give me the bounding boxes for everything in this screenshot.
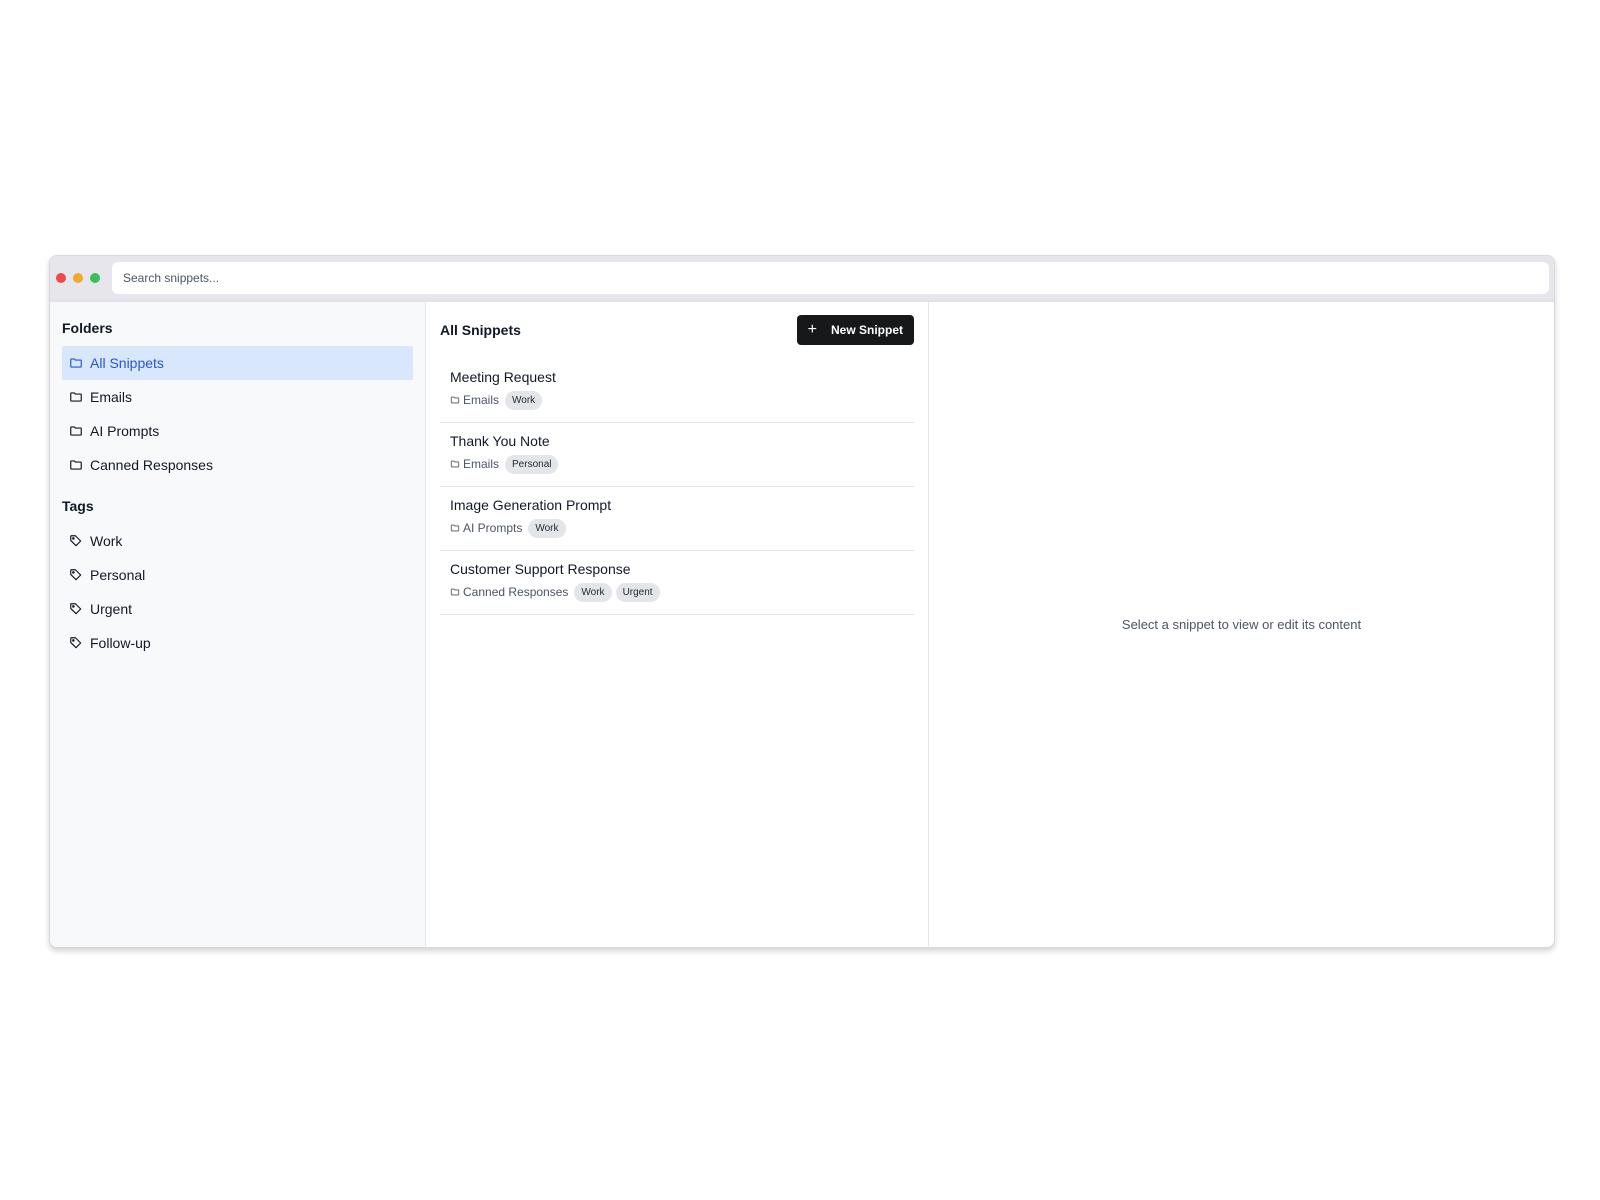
folder-icon [450, 524, 460, 532]
snippet-meta: Canned Responses Work Urgent [450, 582, 904, 602]
snippet-meta: Emails Personal [450, 454, 904, 474]
folder-icon [70, 460, 82, 470]
tags-heading: Tags [62, 498, 94, 514]
sidebar-item-ai-prompts[interactable]: AI Prompts [62, 414, 413, 448]
sidebar-item-label: Personal [90, 567, 146, 583]
folder-icon [450, 588, 460, 596]
minimize-window-button[interactable] [73, 272, 83, 283]
snippet-meta: AI Prompts Work [450, 518, 904, 538]
sidebar-tag-urgent[interactable]: Urgent [62, 592, 413, 626]
list-item[interactable]: Thank You Note Emails Personal [440, 423, 914, 487]
main-body: Folders All Snippets Emails AI Prompts C… [50, 299, 1554, 947]
folder-icon [70, 426, 82, 436]
snippet-title: Customer Support Response [450, 561, 631, 577]
tag-icon [70, 603, 82, 615]
tag-badge: Work [574, 582, 612, 602]
sidebar-tag-follow-up[interactable]: Follow-up [62, 626, 413, 660]
tag-badge: Urgent [615, 582, 660, 602]
folder-icon [450, 460, 460, 468]
sidebar-item-label: Urgent [90, 601, 133, 617]
tag-icon [70, 637, 82, 649]
tag-badge: Work [528, 518, 566, 538]
empty-state-message: Select a snippet to view or edit its con… [1121, 617, 1362, 632]
sidebar-item-label: Follow-up [90, 635, 151, 651]
new-snippet-button[interactable]: + New Snippet [796, 315, 914, 345]
snippet-folder: Canned Responses [463, 585, 569, 599]
sidebar-tag-personal[interactable]: Personal [62, 558, 413, 592]
folder-icon [70, 358, 82, 368]
snippet-folder: AI Prompts [463, 521, 523, 535]
sidebar-item-label: Canned Responses [90, 457, 213, 473]
search-bar [112, 261, 1549, 294]
list-item[interactable]: Meeting Request Emails Work [440, 359, 914, 423]
list-header: All Snippets + New Snippet [440, 314, 914, 346]
detail-panel: Select a snippet to view or edit its con… [929, 302, 1554, 947]
list-item[interactable]: Image Generation Prompt AI Prompts Work [440, 487, 914, 551]
folder-icon [70, 392, 82, 402]
snippet-title: Thank You Note [450, 433, 550, 449]
sidebar: Folders All Snippets Emails AI Prompts C… [50, 302, 426, 947]
sidebar-tag-work[interactable]: Work [62, 524, 413, 558]
close-window-button[interactable] [56, 272, 66, 283]
tag-icon [70, 535, 82, 547]
folder-icon [450, 396, 460, 404]
sidebar-item-all-snippets[interactable]: All Snippets [62, 346, 413, 380]
sidebar-item-label: AI Prompts [90, 423, 160, 439]
app-window: Folders All Snippets Emails AI Prompts C… [49, 255, 1555, 948]
snippet-folder: Emails [463, 457, 500, 471]
sidebar-item-canned-responses[interactable]: Canned Responses [62, 448, 413, 482]
snippet-title: Meeting Request [450, 369, 556, 385]
folders-heading: Folders [62, 320, 113, 336]
tag-badge: Personal [505, 454, 559, 474]
sidebar-item-label: Emails [90, 389, 133, 405]
tag-icon [70, 569, 82, 581]
list-item[interactable]: Customer Support Response Canned Respons… [440, 551, 914, 615]
snippet-folder: Emails [463, 393, 500, 407]
sidebar-item-label: Work [90, 533, 123, 549]
snippet-list-panel: All Snippets + New Snippet Meeting Reque… [426, 302, 929, 947]
search-input[interactable] [123, 270, 1549, 285]
tag-badge: Work [505, 390, 543, 410]
new-snippet-label: New Snippet [830, 323, 903, 337]
maximize-window-button[interactable] [90, 272, 100, 283]
plus-icon: + [807, 321, 817, 338]
list-title: All Snippets [440, 322, 521, 338]
title-bar [50, 256, 1554, 299]
sidebar-item-emails[interactable]: Emails [62, 380, 413, 414]
snippet-meta: Emails Work [450, 390, 904, 410]
snippet-title: Image Generation Prompt [450, 497, 612, 513]
sidebar-item-label: All Snippets [90, 355, 164, 371]
